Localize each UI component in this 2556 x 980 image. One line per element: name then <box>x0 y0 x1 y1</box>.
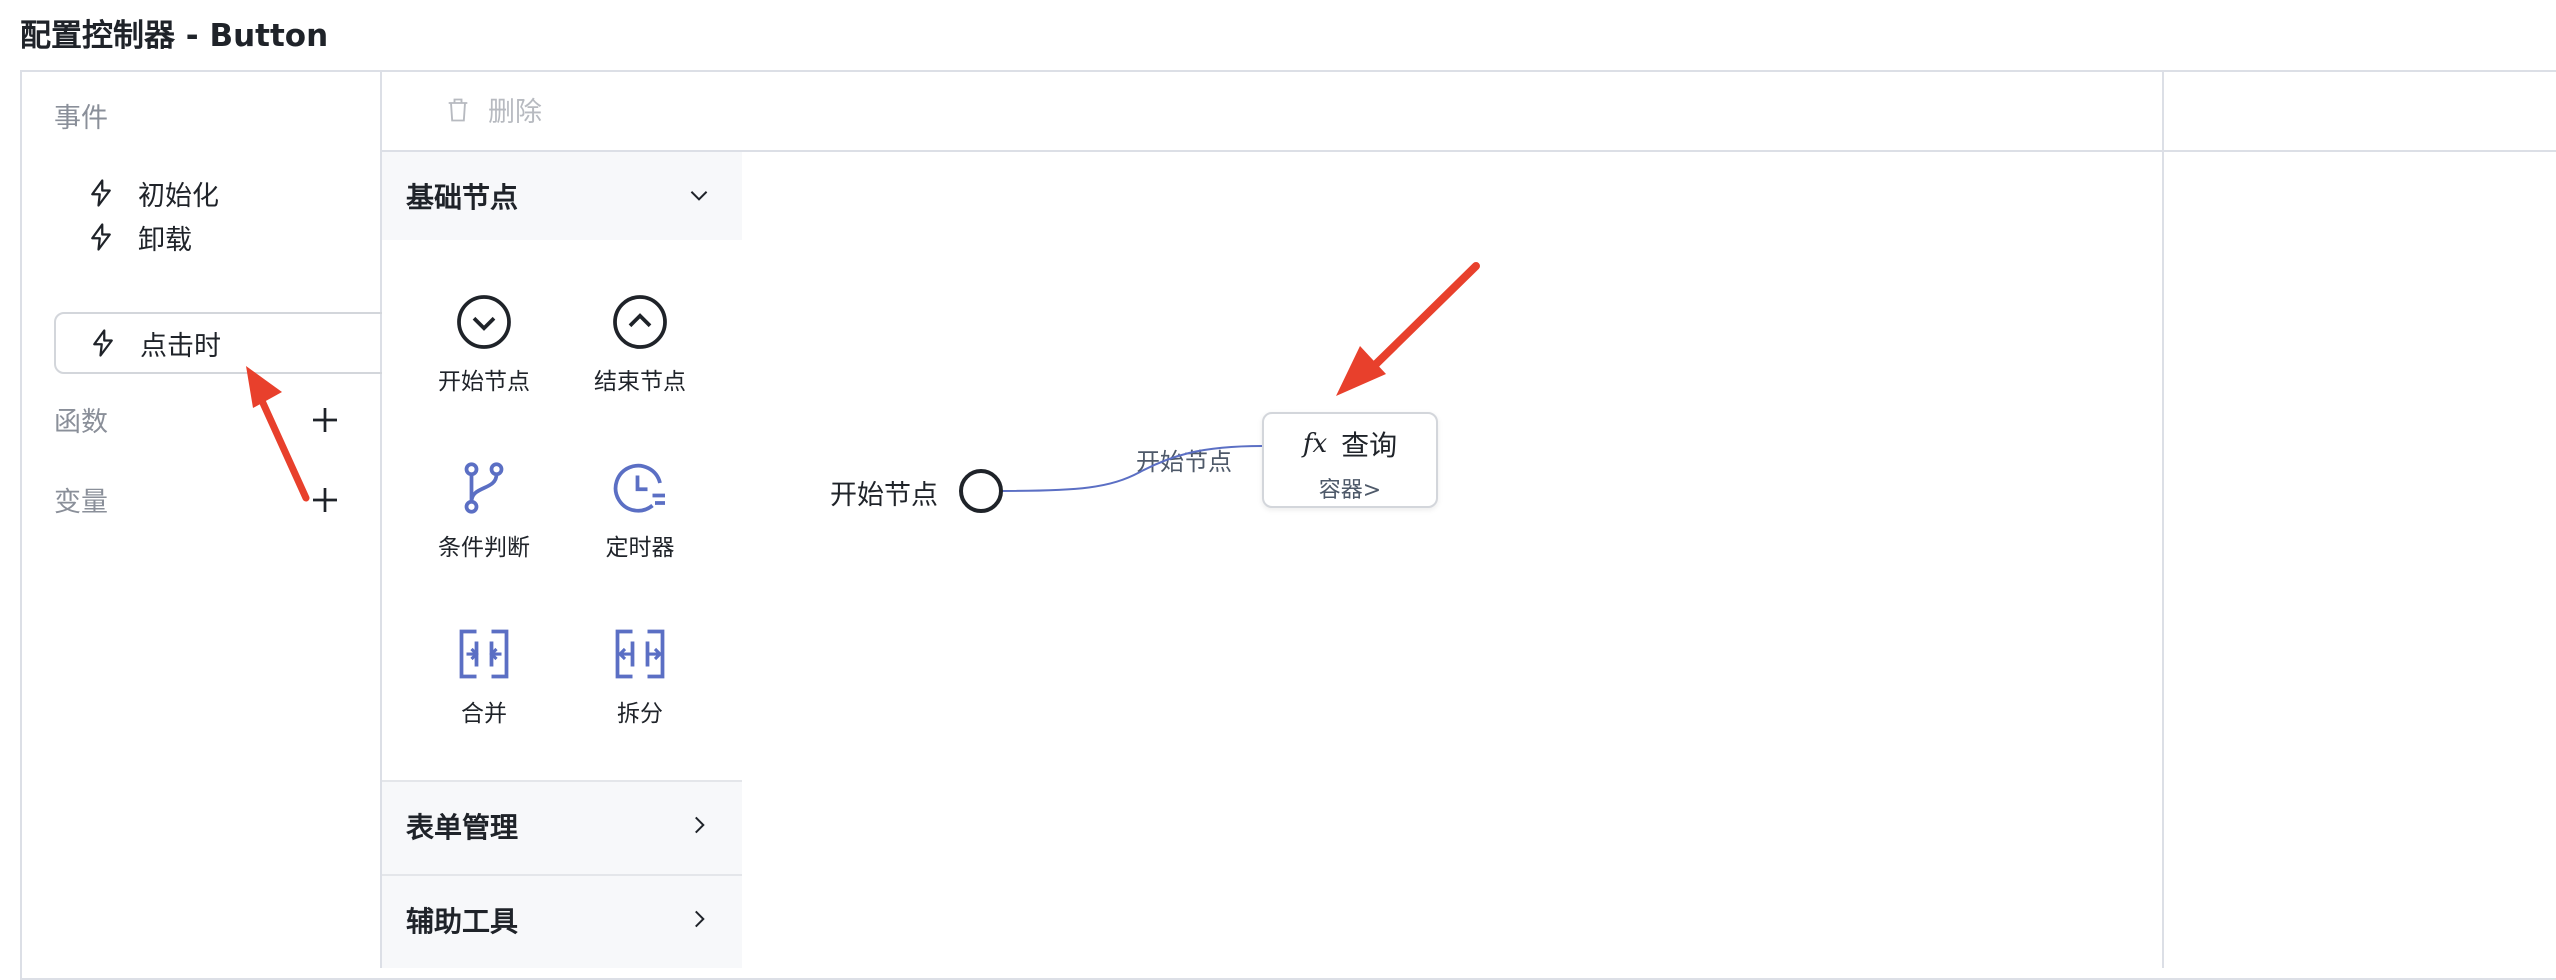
chevron-down-icon <box>690 191 708 201</box>
event-item-label: 卸载 <box>138 224 192 256</box>
circle-chevron-up-icon <box>613 295 667 349</box>
palette-item-label: 开始节点 <box>438 369 530 395</box>
branch-icon <box>464 462 504 514</box>
palette-group-title: 辅助工具 <box>406 905 519 938</box>
window-title: 配置控制器 - Button <box>20 18 329 54</box>
palette-item-label: 合并 <box>461 701 507 727</box>
functions-section-label: 函数 <box>54 407 108 438</box>
palette-item-end-node[interactable]: 结束节点 <box>562 292 718 396</box>
event-item-unload[interactable]: 卸载 <box>54 206 394 268</box>
split-icon <box>615 629 665 679</box>
palette-item-merge[interactable]: 合并 <box>406 624 562 728</box>
query-node-subtitle: 容器> <box>1318 478 1382 503</box>
node-palette: 基础节点 开始节点 结束节点 条件判断 定时器 合并 拆分 表单管理 辅助工具 <box>382 152 742 968</box>
palette-item-label: 结束节点 <box>594 369 686 395</box>
events-section-label: 事件 <box>54 103 108 134</box>
event-sidebar: 事件 初始化 卸载 点击时 函数 变量 <box>22 72 394 968</box>
query-node-title: 查询 <box>1341 429 1398 462</box>
clock-icon <box>613 463 665 513</box>
chevron-right-icon <box>695 910 705 928</box>
function-icon: fx <box>1302 429 1328 459</box>
palette-item-label: 条件判断 <box>438 535 530 561</box>
palette-item-label: 定时器 <box>605 535 675 561</box>
lightning-icon <box>91 179 111 207</box>
palette-item-start-node[interactable]: 开始节点 <box>406 292 562 396</box>
palette-item-label: 拆分 <box>617 701 663 727</box>
start-node-label: 开始节点 <box>830 480 938 511</box>
add-function-plus-icon[interactable] <box>307 402 343 438</box>
delete-button-label: 删除 <box>488 97 542 128</box>
palette-item-split[interactable]: 拆分 <box>562 624 718 728</box>
trash-icon <box>448 98 468 121</box>
lightning-icon <box>91 223 111 251</box>
flow-canvas[interactable] <box>742 152 2162 968</box>
palette-group-title: 表单管理 <box>406 811 519 844</box>
palette-item-condition[interactable]: 条件判断 <box>406 458 562 562</box>
variables-section-label: 变量 <box>54 487 108 518</box>
palette-group-form-header[interactable]: 表单管理 <box>382 782 742 870</box>
palette-group-title: 基础节点 <box>406 181 519 214</box>
palette-item-timer[interactable]: 定时器 <box>562 458 718 562</box>
canvas-toolbar: 删除 <box>382 72 2556 152</box>
lightning-icon <box>93 329 113 357</box>
merge-icon <box>459 629 509 679</box>
add-variable-plus-icon[interactable] <box>307 482 343 518</box>
query-node[interactable]: fx 查询 容器> <box>1262 412 1438 508</box>
palette-group-tools-header[interactable]: 辅助工具 <box>382 876 742 964</box>
edge-label: 开始节点 <box>1136 448 1232 476</box>
palette-group-basic-body: 开始节点 结束节点 条件判断 定时器 合并 拆分 <box>382 240 742 780</box>
properties-panel-divider <box>2162 72 2164 968</box>
palette-group-basic-header[interactable]: 基础节点 <box>382 152 742 240</box>
delete-button[interactable]: 删除 <box>444 90 542 129</box>
event-item-label: 点击时 <box>140 330 221 362</box>
circle-chevron-down-icon <box>457 295 511 349</box>
event-item-click[interactable]: 点击时 <box>54 312 394 374</box>
chevron-right-icon <box>695 816 705 834</box>
